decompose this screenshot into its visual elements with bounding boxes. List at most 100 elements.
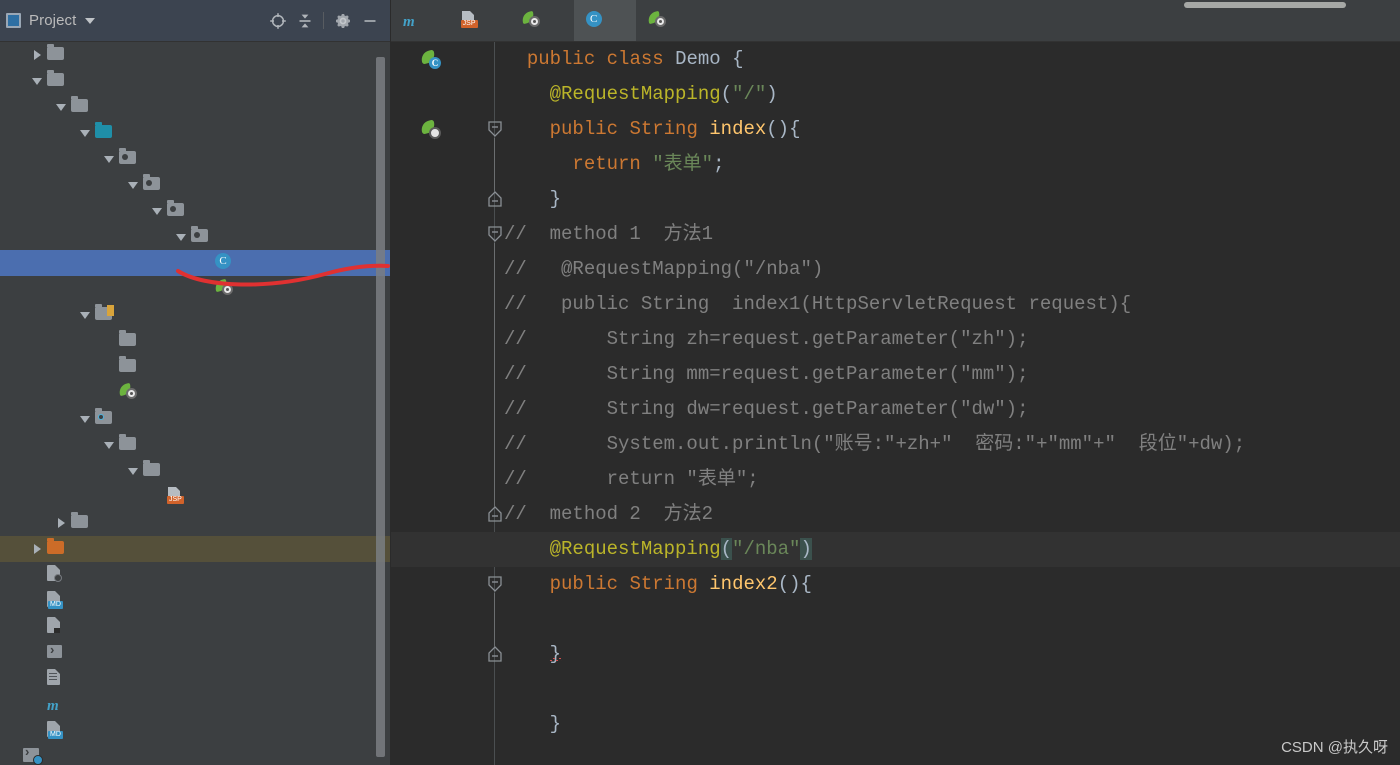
tree-item-help-md[interactable]: MD: [0, 588, 391, 614]
code-line-22[interactable]: // return "表单";: [391, 462, 1400, 497]
tree-item-表单-jsp[interactable]: JSP: [0, 484, 391, 510]
tree-item-jsp[interactable]: [0, 198, 391, 224]
tree-item-demo[interactable]: [0, 250, 391, 276]
fold-end-icon[interactable]: [486, 506, 504, 523]
tree-item-application-properties[interactable]: [0, 380, 391, 406]
chevron-down-icon[interactable]: [152, 206, 162, 216]
code-line-21[interactable]: // System.out.println("账号:"+zh+" 密码:"+"m…: [391, 427, 1400, 462]
code-line-14[interactable]: }: [391, 182, 1400, 217]
tree-item--gitignore[interactable]: [0, 562, 391, 588]
code-text: @RequestMapping("/nba"): [549, 538, 812, 560]
tree-item-views[interactable]: [0, 458, 391, 484]
editor-tab-bar[interactable]: m JSP: [391, 0, 1400, 42]
editor-tab-application-properties[interactable]: [636, 0, 700, 42]
tree-item-jspapplication[interactable]: [0, 276, 391, 302]
editor-tab-pom-xml[interactable]: m: [391, 0, 449, 42]
code-line-28[interactable]: [391, 672, 1400, 707]
code-line-19[interactable]: // String mm=request.getParameter("mm");: [391, 357, 1400, 392]
jsp-file-icon: JSP: [167, 487, 188, 507]
tree-item-com[interactable]: [0, 146, 391, 172]
code-line-16[interactable]: // @RequestMapping("/nba"): [391, 252, 1400, 287]
code-line-11[interactable]: @RequestMapping("/"): [391, 77, 1400, 112]
chevron-down-icon[interactable]: [56, 102, 66, 112]
chevron-down-icon[interactable]: [104, 440, 114, 450]
tree-item-test[interactable]: [0, 510, 391, 536]
tree-item--mvn[interactable]: [0, 42, 391, 68]
chevron-right-icon[interactable]: [32, 544, 42, 554]
markdown-file-icon: MD: [47, 721, 66, 741]
tree-item-target[interactable]: [0, 536, 391, 562]
tree-item-scratches-and-consoles[interactable]: [0, 744, 391, 765]
project-tree[interactable]: JSP MD m MD: [0, 42, 391, 765]
code-line-25[interactable]: public String index2(){: [391, 567, 1400, 602]
code-line-20[interactable]: // String dw=request.getParameter("dw");: [391, 392, 1400, 427]
resources-folder-icon: [95, 303, 118, 324]
fold-collapse-icon[interactable]: [486, 226, 504, 243]
locate-icon[interactable]: [264, 7, 291, 34]
tree-item-src[interactable]: [0, 68, 391, 94]
chevron-down-icon[interactable]: [128, 180, 138, 190]
code-line-24[interactable]: @RequestMapping("/nba"): [391, 532, 1400, 567]
code-line-10[interactable]: C public class Demo {: [391, 42, 1400, 77]
code-line-27[interactable]: }: [391, 637, 1400, 672]
code-line-30[interactable]: [391, 742, 1400, 765]
code-text: // String zh=request.getParameter("zh");: [504, 328, 1029, 350]
chevron-down-icon[interactable]: [32, 76, 42, 86]
tree-item-readme-md[interactable]: MD: [0, 718, 391, 744]
tree-item-kongchao[interactable]: [0, 172, 391, 198]
tree-item-mvnw[interactable]: [0, 640, 391, 666]
tree-item-web-inf[interactable]: [0, 432, 391, 458]
editor-tab-demo-java[interactable]: [573, 0, 636, 42]
chevron-down-icon[interactable]: [176, 232, 186, 242]
fold-end-icon[interactable]: [486, 191, 504, 208]
editor-tab-表单-jsp[interactable]: JSP: [449, 0, 510, 42]
tree-item-static[interactable]: [0, 328, 391, 354]
editor-area: m JSP C public class Demo { @RequestMappi…: [391, 0, 1400, 765]
code-text: // @RequestMapping("/nba"): [504, 258, 824, 280]
tree-item-templates[interactable]: [0, 354, 391, 380]
chevron-down-icon[interactable]: [85, 17, 96, 24]
chevron-down-icon[interactable]: [104, 154, 114, 164]
fold-end-icon[interactable]: [486, 646, 504, 663]
code-line-15[interactable]: // method 1 方法1: [391, 217, 1400, 252]
minimize-icon[interactable]: [356, 7, 383, 34]
spring-mapping-icon[interactable]: [419, 119, 441, 139]
spring-bean-class-icon[interactable]: C: [419, 49, 441, 69]
sidebar-scrollbar[interactable]: [376, 57, 385, 757]
code-line-23[interactable]: // method 2 方法2: [391, 497, 1400, 532]
editor-tab-jspapplication-java[interactable]: [510, 0, 574, 42]
code-editor[interactable]: C public class Demo { @RequestMapping("/…: [391, 42, 1400, 765]
gear-icon[interactable]: [329, 7, 356, 34]
code-line-12[interactable]: public String index(){: [391, 112, 1400, 147]
tree-item-jsp-iml[interactable]: [0, 614, 391, 640]
tree-item-java[interactable]: [0, 120, 391, 146]
tab-scrollbar[interactable]: [1184, 2, 1346, 8]
code-line-18[interactable]: // String zh=request.getParameter("zh");: [391, 322, 1400, 357]
tree-item-main[interactable]: [0, 94, 391, 120]
fold-collapse-icon[interactable]: [486, 121, 504, 138]
chevron-down-icon[interactable]: [80, 414, 90, 424]
tree-item-pom-xml[interactable]: m: [0, 692, 391, 718]
folder-icon: [71, 511, 94, 532]
tree-item-webapp[interactable]: [0, 406, 391, 432]
chevron-down-icon[interactable]: [80, 128, 90, 138]
code-line-29[interactable]: }: [391, 707, 1400, 742]
tree-item-resources[interactable]: [0, 302, 391, 328]
project-icon: [6, 13, 21, 28]
code-line-17[interactable]: // public String index1(HttpServletReque…: [391, 287, 1400, 322]
watermark: CSDN @执久呀: [1281, 739, 1388, 756]
code-line-26[interactable]: [391, 602, 1400, 637]
tree-item-controller[interactable]: [0, 224, 391, 250]
folder-icon: [143, 459, 166, 480]
fold-collapse-icon[interactable]: [486, 576, 504, 593]
chevron-right-icon[interactable]: [56, 518, 66, 528]
chevron-down-icon[interactable]: [128, 466, 138, 476]
chevron-right-icon[interactable]: [32, 50, 42, 60]
tree-item-mvnw-cmd[interactable]: [0, 666, 391, 692]
chevron-down-icon[interactable]: [80, 310, 90, 320]
collapse-all-icon[interactable]: [291, 7, 318, 34]
code-line-13[interactable]: return "表单";: [391, 147, 1400, 182]
